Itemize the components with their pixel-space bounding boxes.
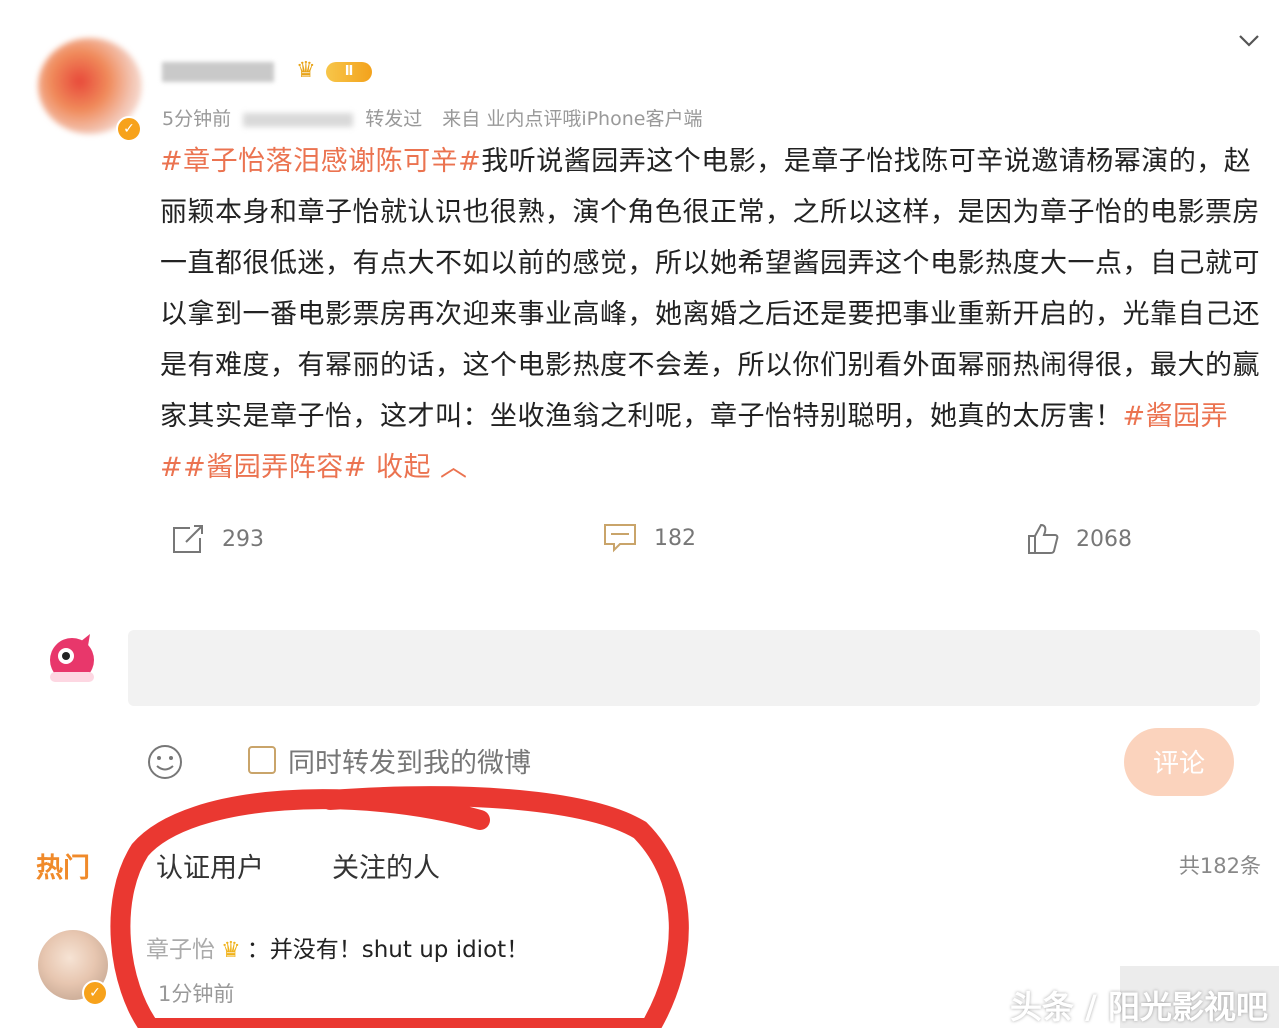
source-prefix: 来自: [442, 108, 481, 130]
chevron-up-icon[interactable]: ︿: [431, 452, 468, 483]
user-avatar: [40, 628, 104, 692]
watermark: 头条 / 阳光影视吧: [1010, 988, 1268, 1026]
hashtag-link[interactable]: #章子怡落泪感谢陈可辛#: [160, 146, 481, 177]
submit-comment-button[interactable]: 评论: [1124, 728, 1234, 796]
share-icon: [173, 525, 203, 553]
tab-following[interactable]: 关注的人: [332, 846, 440, 885]
repost-text: 转发过: [365, 108, 423, 130]
comment-icon: [604, 524, 636, 553]
comment-total: 共182条: [1178, 854, 1261, 878]
tab-hot[interactable]: 热门: [36, 846, 90, 885]
chevron-down-icon[interactable]: [1237, 28, 1261, 52]
repost-button[interactable]: 293: [170, 522, 264, 556]
post-source[interactable]: 业内点评哦iPhone客户端: [486, 108, 702, 130]
comment-line: 章子怡 ♛ ：并没有！shut up idiot！: [146, 930, 529, 964]
comment-count: 182: [654, 525, 696, 551]
emoji-icon[interactable]: [146, 743, 184, 781]
comment-button[interactable]: 182: [602, 522, 696, 554]
poster-username-blurred[interactable]: [162, 62, 274, 82]
vip-badge: Ⅱ: [326, 62, 372, 82]
crown-icon: ♛: [296, 58, 316, 83]
crown-icon: ♛: [221, 938, 241, 963]
like-button[interactable]: 2068: [1026, 522, 1132, 556]
commenter-name[interactable]: 章子怡: [146, 937, 215, 963]
like-count: 2068: [1076, 526, 1132, 552]
meta-blurred: [243, 112, 354, 127]
verified-badge-icon: ✓: [116, 116, 142, 142]
post-time: 5分钟前: [162, 108, 232, 130]
repost-option-label: 同时转发到我的微博: [288, 748, 531, 779]
post-body-text: 我听说酱园弄这个电影，是章子怡找陈可辛说邀请杨幂演的，赵丽颖本身和章子怡就认识也…: [160, 146, 1260, 432]
comment-input[interactable]: [128, 630, 1260, 706]
comment-text: ：并没有！shut up idiot！: [246, 937, 530, 963]
repost-checkbox[interactable]: [248, 746, 276, 774]
verified-badge-icon: ✓: [82, 980, 108, 1006]
thumbs-up-icon: [1028, 523, 1059, 554]
repost-count: 293: [222, 526, 264, 552]
post-body: #章子怡落泪感谢陈可辛#我听说酱园弄这个电影，是章子怡找陈可辛说邀请杨幂演的，赵…: [160, 136, 1260, 493]
comment-time: 1分钟前: [158, 982, 235, 1006]
collapse-link[interactable]: 收起: [376, 452, 431, 483]
tab-verified[interactable]: 认证用户: [156, 846, 264, 885]
post-meta: 5分钟前 转发过 来自 业内点评哦iPhone客户端: [162, 104, 702, 131]
